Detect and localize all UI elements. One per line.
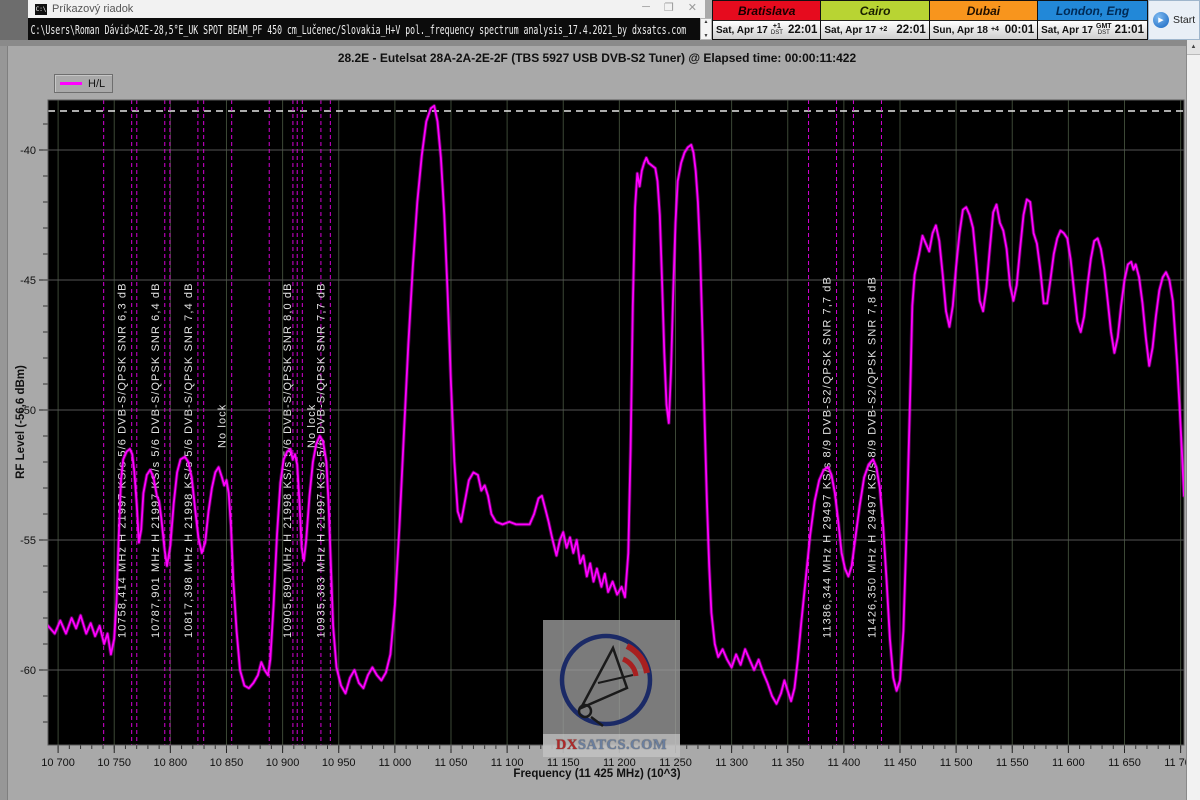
scroll-down-icon[interactable]: ▼ [704, 33, 709, 39]
clock-utc-offset: +2 [879, 27, 887, 33]
start-panel: ▶ Start [1148, 0, 1200, 40]
svg-text:11386,344 MHz H 29497 KS/s 8/9: 11386,344 MHz H 29497 KS/s 8/9 DVB-S2/QP… [822, 276, 834, 638]
clock-city-label: Cairo [821, 1, 928, 21]
scroll-up-icon[interactable]: ▲ [704, 19, 709, 25]
clock-bratislava[interactable]: Bratislava Sat, Apr 17 +1 DST 22:01 [713, 1, 821, 39]
cmd-window-titlebar[interactable]: C:\ Príkazový riadok ─ ❐ ✕ [28, 0, 705, 19]
right-scrollbar[interactable]: ▲ [1186, 40, 1200, 800]
cmd-command-text: C:\Users\Roman Dávid>A2E-28,5°E_UK SPOT … [28, 22, 686, 37]
clock-dubai[interactable]: Dubai Sun, Apr 18 +4 00:01 [930, 1, 1038, 39]
svg-text:No lock: No lock [306, 404, 318, 448]
maximize-icon[interactable]: ❐ [664, 1, 674, 14]
legend-label: H/L [88, 78, 105, 90]
svg-text:10817,398 MHz H 21998 KS/s 5/6: 10817,398 MHz H 21998 KS/s 5/6 DVB-S/QPS… [183, 282, 195, 638]
svg-text:No lock: No lock [217, 404, 229, 448]
svg-text:10935,383 MHz H 21997 KS/s 5/6: 10935,383 MHz H 21997 KS/s 5/6 DVB-S/QPS… [315, 282, 327, 638]
satellite-dish-logo [543, 620, 680, 734]
clock-cairo[interactable]: Cairo Sat, Apr 17 +2 22:01 [821, 1, 929, 39]
x-axis-title: Frequency (11 425 MHz) (10^3) [8, 768, 1186, 780]
play-icon[interactable]: ▶ [1153, 12, 1169, 28]
cmd-console-line[interactable]: C:\Users\Roman Dávid>A2E-28,5°E_UK SPOT … [28, 18, 700, 40]
svg-text:10787,901 MHz H 21997 KS/s 5/6: 10787,901 MHz H 21997 KS/s 5/6 DVB-S/QPS… [150, 282, 162, 638]
cmd-icon: C:\ [35, 4, 47, 15]
close-icon[interactable]: ✕ [688, 1, 697, 14]
desktop-corner [0, 0, 28, 42]
chart-legend: H/L [54, 74, 113, 93]
clock-city-label: London, Eng [1038, 1, 1147, 21]
window-edge-left [0, 46, 8, 800]
watermark-text: DXSATCS.COM [543, 734, 680, 757]
svg-text:10905,890 MHz H 21998 KS/s 5/6: 10905,890 MHz H 21998 KS/s 5/6 DVB-S/QPS… [282, 282, 294, 638]
clock-utc-offset: +1 DST [771, 24, 783, 36]
scroll-up-icon[interactable]: ▲ [1187, 40, 1200, 55]
clock-time: 22:01 [788, 24, 817, 36]
svg-text:10758,414 MHz H 21997 KS/s 5/6: 10758,414 MHz H 21997 KS/s 5/6 DVB-S/QPS… [117, 282, 129, 638]
clock-city-label: Dubai [930, 1, 1037, 21]
clock-date: Sat, Apr 17 [824, 25, 876, 36]
clock-utc-offset: +4 [991, 27, 999, 33]
spectrum-chart: 28.2E - Eutelsat 28A-2A-2E-2F (TBS 5927 … [8, 46, 1186, 800]
svg-text:-60: -60 [20, 665, 36, 677]
minimize-icon[interactable]: ─ [642, 1, 650, 14]
clock-date: Sun, Apr 18 [933, 25, 988, 36]
dxsatcs-watermark: DXSATCS.COM [543, 620, 680, 757]
clock-london[interactable]: London, Eng Sat, Apr 17 GMT DST 21:01 [1038, 1, 1147, 39]
clock-time: 22:01 [896, 24, 925, 36]
svg-text:11426,350 MHz H 29497 KS/s 8/9: 11426,350 MHz H 29497 KS/s 8/9 DVB-S2/QP… [866, 276, 878, 638]
cmd-scrollbar[interactable]: ▲ ▼ [700, 18, 712, 40]
chart-title: 28.2E - Eutelsat 28A-2A-2E-2F (TBS 5927 … [8, 51, 1186, 65]
start-button[interactable]: Start [1173, 14, 1195, 26]
clock-date: Sat, Apr 17 [1041, 25, 1093, 36]
cmd-window-title: Príkazový riadok [52, 3, 133, 15]
clock-city-label: Bratislava [713, 1, 820, 21]
clock-date: Sat, Apr 17 [716, 25, 768, 36]
svg-text:-45: -45 [20, 275, 36, 287]
clock-time: 21:01 [1115, 24, 1144, 36]
world-clocks: Bratislava Sat, Apr 17 +1 DST 22:01 Cair… [712, 0, 1148, 40]
app-root: C:\ Príkazový riadok ─ ❐ ✕ C:\Users\Roma… [0, 0, 1200, 800]
y-axis-title: RF Level (-56,6 dBm) [15, 337, 27, 507]
window-controls: ─ ❐ ✕ [642, 1, 697, 14]
svg-text:-40: -40 [20, 145, 36, 157]
clock-utc-offset: GMT DST [1096, 24, 1112, 36]
clock-time: 00:01 [1005, 24, 1034, 36]
svg-text:-55: -55 [20, 535, 36, 547]
legend-line-swatch [60, 82, 82, 85]
